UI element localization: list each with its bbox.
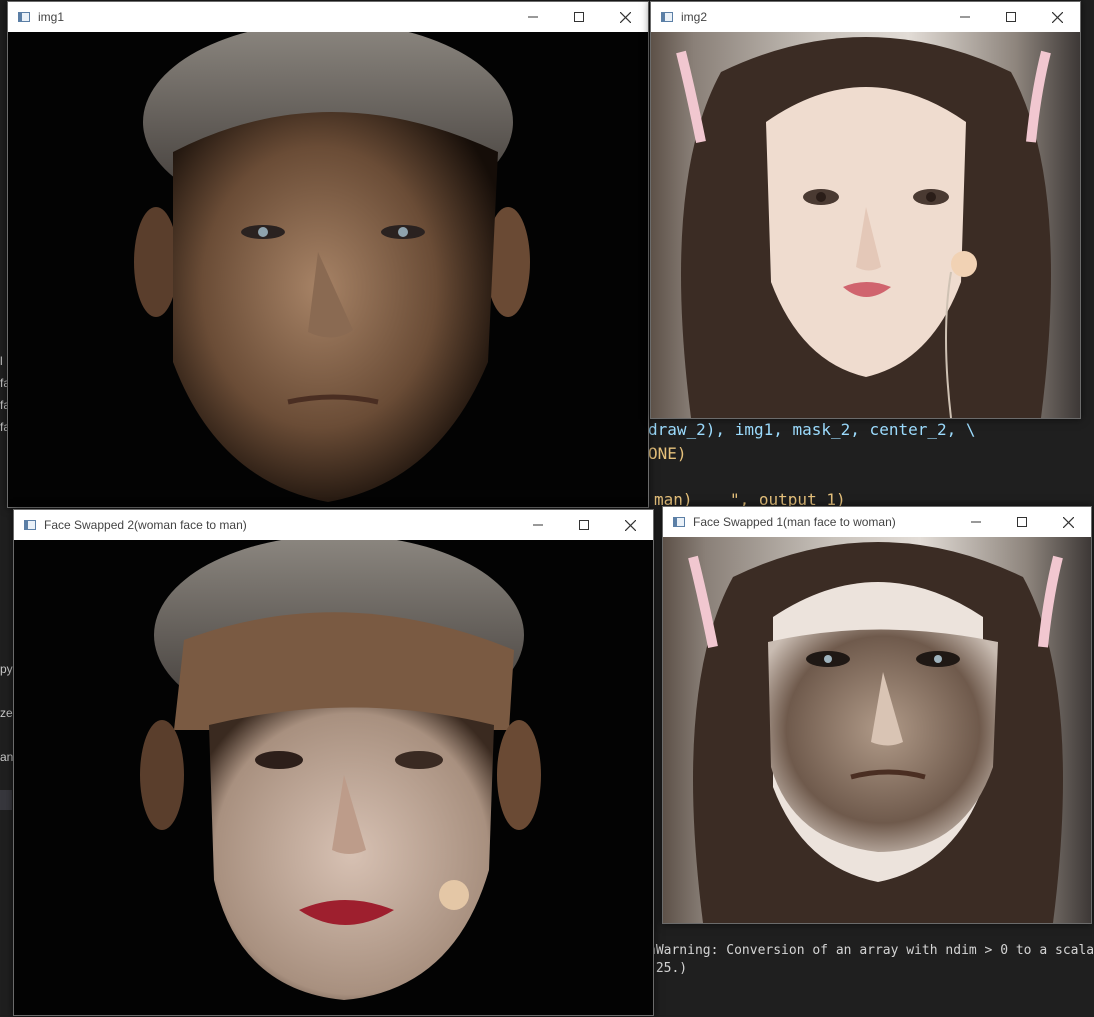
code-line: draw_2), img1, mask_2, center_2, \ <box>648 420 976 439</box>
gutter-fragment: ze <box>0 706 13 720</box>
close-icon <box>1062 516 1074 528</box>
active-line-highlight <box>0 790 12 810</box>
close-icon <box>624 519 636 531</box>
maximize-button[interactable] <box>561 510 607 540</box>
minimize-icon <box>533 524 543 526</box>
maximize-icon <box>1017 517 1027 527</box>
maximize-button[interactable] <box>988 2 1034 32</box>
window-title: img2 <box>681 10 708 24</box>
gutter-fragment: l <box>0 354 3 368</box>
close-button[interactable] <box>607 510 653 540</box>
woman-portrait-image <box>676 37 1051 418</box>
man-portrait-image <box>134 32 530 502</box>
maximize-icon <box>1006 12 1016 22</box>
close-button[interactable] <box>1034 2 1080 32</box>
code-line: ONE) <box>648 444 687 463</box>
image-canvas <box>663 537 1091 923</box>
app-window-icon <box>24 520 36 530</box>
window-title: Face Swapped 2(woman face to man) <box>44 518 247 532</box>
window-img1[interactable]: img1 <box>7 1 649 508</box>
terminal-warning: nWarning: Conversion of an array with nd… <box>648 943 1094 958</box>
minimize-icon <box>971 521 981 523</box>
maximize-button[interactable] <box>999 507 1045 537</box>
window-img2[interactable]: img2 <box>650 1 1081 419</box>
minimize-button[interactable] <box>510 2 556 32</box>
app-window-icon <box>18 12 30 22</box>
app-window-icon <box>673 517 685 527</box>
image-canvas <box>8 32 648 507</box>
minimize-button[interactable] <box>953 507 999 537</box>
minimize-button[interactable] <box>942 2 988 32</box>
maximize-icon <box>579 520 589 530</box>
window-face-swapped-2[interactable]: Face Swapped 2(woman face to man) <box>13 509 654 1016</box>
close-icon <box>1051 11 1063 23</box>
minimize-button[interactable] <box>515 510 561 540</box>
image-canvas <box>14 540 653 1015</box>
window-title: img1 <box>38 10 65 24</box>
minimize-icon <box>528 16 538 18</box>
titlebar[interactable]: img1 <box>8 2 648 32</box>
titlebar[interactable]: Face Swapped 2(woman face to man) <box>14 510 653 540</box>
titlebar[interactable]: img2 <box>651 2 1080 32</box>
titlebar[interactable]: Face Swapped 1(man face to woman) <box>663 507 1091 537</box>
window-face-swapped-1[interactable]: Face Swapped 1(man face to woman) <box>662 506 1092 924</box>
maximize-icon <box>574 12 584 22</box>
minimize-icon <box>960 16 970 18</box>
window-title: Face Swapped 1(man face to woman) <box>693 515 896 529</box>
man-face-on-woman-image <box>688 542 1063 923</box>
app-window-icon <box>661 12 673 22</box>
maximize-button[interactable] <box>556 2 602 32</box>
gutter-fragment: py <box>0 662 13 676</box>
close-button[interactable] <box>1045 507 1091 537</box>
close-icon <box>619 11 631 23</box>
image-canvas <box>651 32 1080 418</box>
close-button[interactable] <box>602 2 648 32</box>
woman-face-on-man-image <box>140 540 541 1000</box>
